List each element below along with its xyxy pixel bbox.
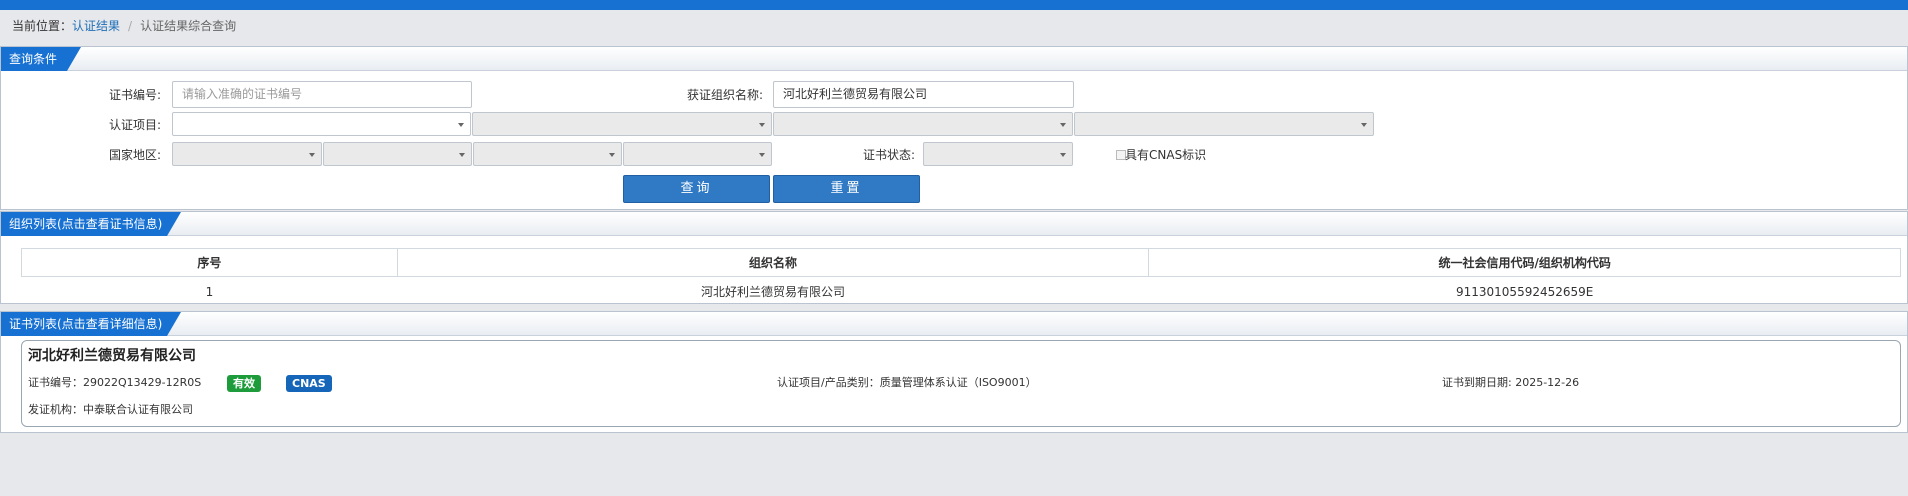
row-credit-code: 91130105592452659E [1455,284,1594,299]
query-panel-header: 查询条件 [1,47,1907,71]
row-org-name[interactable]: 河北好利兰德贸易有限公司 [397,277,1149,307]
chevron-down-icon [609,153,615,157]
cert-item-select-2[interactable] [472,112,772,136]
query-panel: 查询条件 证书编号: 请输入准确的证书编号 获证组织名称: 河北好利兰德贸易有限… [0,46,1908,210]
row-index: 1 [205,284,214,299]
country-label: 国家地区: [108,148,161,162]
cert-item-select-4[interactable] [1074,112,1374,136]
cnas-checkbox-label: 具有CNAS标识 [1125,148,1207,162]
cert-expiry-date: 证书到期日期: 2025-12-26 [1442,376,1580,389]
breadcrumb-separator: / [128,19,133,33]
breadcrumb-link-results[interactable]: 认证结果 [72,19,120,33]
breadcrumb-prefix: 当前位置： [12,19,73,33]
cert-list-panel-header: 证书列表(点击查看详细信息) [1,312,1907,336]
status-select[interactable] [923,142,1073,166]
status-label: 证书状态: [862,148,915,162]
cert-card-org-name: 河北好利兰德贸易有限公司 [28,348,196,364]
org-list-panel: 组织列表(点击查看证书信息) 序号 组织名称 统一社会信用代码/组织机构代码 1… [0,211,1908,304]
reset-button[interactable]: 重置 [773,175,920,203]
cnas-badge: CNAS [286,375,332,392]
country-select-3[interactable] [473,142,622,166]
chevron-down-icon [1060,153,1066,157]
cert-card[interactable]: 河北好利兰德贸易有限公司 证书编号：29022Q13429-12R0S 有效 C… [21,340,1901,427]
chevron-down-icon [309,153,315,157]
cert-category: 认证项目/产品类别：质量管理体系认证（ISO9001） [777,376,1037,389]
org-table-header-row: 序号 组织名称 统一社会信用代码/组织机构代码 [21,248,1901,277]
country-select-4[interactable] [623,142,772,166]
org-table: 序号 组织名称 统一社会信用代码/组织机构代码 1 河北好利兰德贸易有限公司 9… [21,248,1901,307]
org-list-panel-title: 组织列表(点击查看证书信息) [1,212,181,236]
breadcrumb: 当前位置：认证结果 / 认证结果综合查询 [12,17,236,33]
cert-list-panel: 证书列表(点击查看详细信息) 河北好利兰德贸易有限公司 证书编号：29022Q1… [0,311,1908,433]
top-nav-bar [0,0,1908,10]
country-select-2[interactable] [323,142,472,166]
chevron-down-icon [759,153,765,157]
cert-issuer: 发证机构：中泰联合认证有限公司 [28,403,193,416]
cert-number: 证书编号：29022Q13429-12R0S [28,376,202,389]
cert-item-select-1[interactable] [172,112,471,136]
org-name-input[interactable]: 河北好利兰德贸易有限公司 [773,81,1074,108]
search-button[interactable]: 查询 [623,175,770,203]
column-header-org-name: 组织名称 [396,248,1150,277]
country-select-1[interactable] [172,142,322,166]
cert-no-input[interactable]: 请输入准确的证书编号 [172,81,472,108]
breadcrumb-current: 认证结果综合查询 [140,19,237,33]
org-list-panel-header: 组织列表(点击查看证书信息) [1,212,1907,236]
cert-item-select-3[interactable] [773,112,1073,136]
column-header-index: 序号 [21,248,398,277]
table-row[interactable]: 1 河北好利兰德贸易有限公司 91130105592452659E [22,277,1901,307]
column-header-credit-code: 统一社会信用代码/组织机构代码 [1148,248,1901,277]
chevron-down-icon [1060,123,1066,127]
cert-no-label: 证书编号: [108,88,161,102]
cert-item-label: 认证项目: [108,118,161,132]
chevron-down-icon [459,153,465,157]
org-name-label: 获证组织名称: [686,88,763,102]
cert-list-panel-title: 证书列表(点击查看详细信息) [1,312,181,336]
query-panel-title: 查询条件 [1,47,81,71]
chevron-down-icon [759,123,765,127]
status-badge: 有效 [227,375,261,392]
chevron-down-icon [1361,123,1367,127]
chevron-down-icon [458,123,464,127]
